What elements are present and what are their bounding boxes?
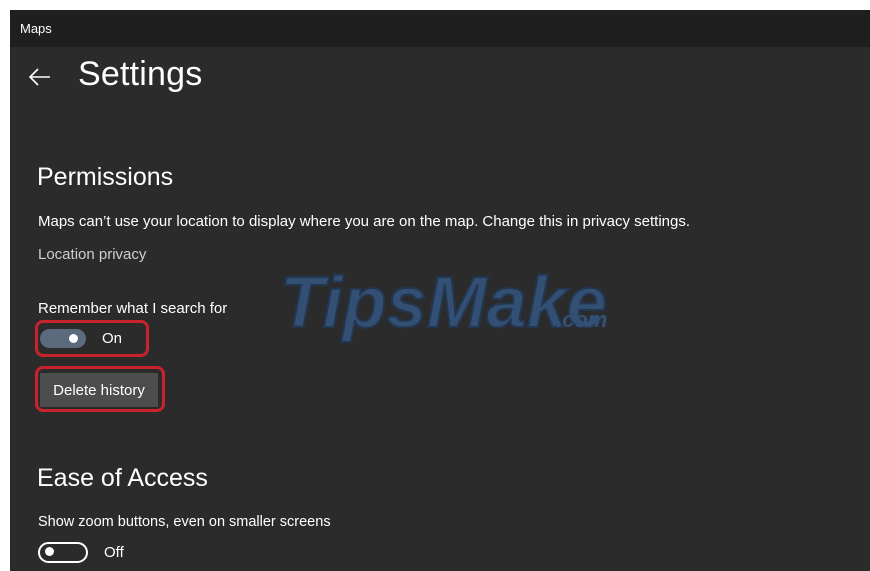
toggle-switch-off[interactable] xyxy=(38,542,88,563)
page-header: Settings xyxy=(10,55,870,117)
remember-search-state: On xyxy=(102,330,123,347)
zoom-buttons-toggle[interactable]: Off xyxy=(38,542,124,563)
location-privacy-link[interactable]: Location privacy xyxy=(38,246,146,263)
zoom-buttons-label: Show zoom buttons, even on smaller scree… xyxy=(38,514,331,530)
zoom-buttons-state: Off xyxy=(104,544,124,561)
toggle-switch-on[interactable] xyxy=(40,329,86,348)
tipsmake-watermark-logo: TipsMake .com xyxy=(280,262,608,344)
remember-search-label: Remember what I search for xyxy=(38,300,228,317)
location-description: Maps can’t use your location to display … xyxy=(38,213,691,230)
page-title: Settings xyxy=(78,55,203,93)
toggle-knob xyxy=(45,547,54,556)
permissions-heading: Permissions xyxy=(37,163,174,191)
maps-settings-window: Maps Settings Permissions Maps can’t use… xyxy=(10,10,870,571)
ease-of-access-heading: Ease of Access xyxy=(37,464,208,492)
delete-history-button[interactable]: Delete history xyxy=(40,373,158,407)
watermark-suffix: .com xyxy=(556,307,607,332)
watermark-text: TipsMake xyxy=(280,263,607,343)
remember-search-toggle[interactable]: On xyxy=(40,329,122,348)
back-button[interactable] xyxy=(24,61,56,93)
back-arrow-icon xyxy=(28,68,50,86)
title-bar: Maps xyxy=(10,10,870,47)
toggle-knob xyxy=(69,334,78,343)
